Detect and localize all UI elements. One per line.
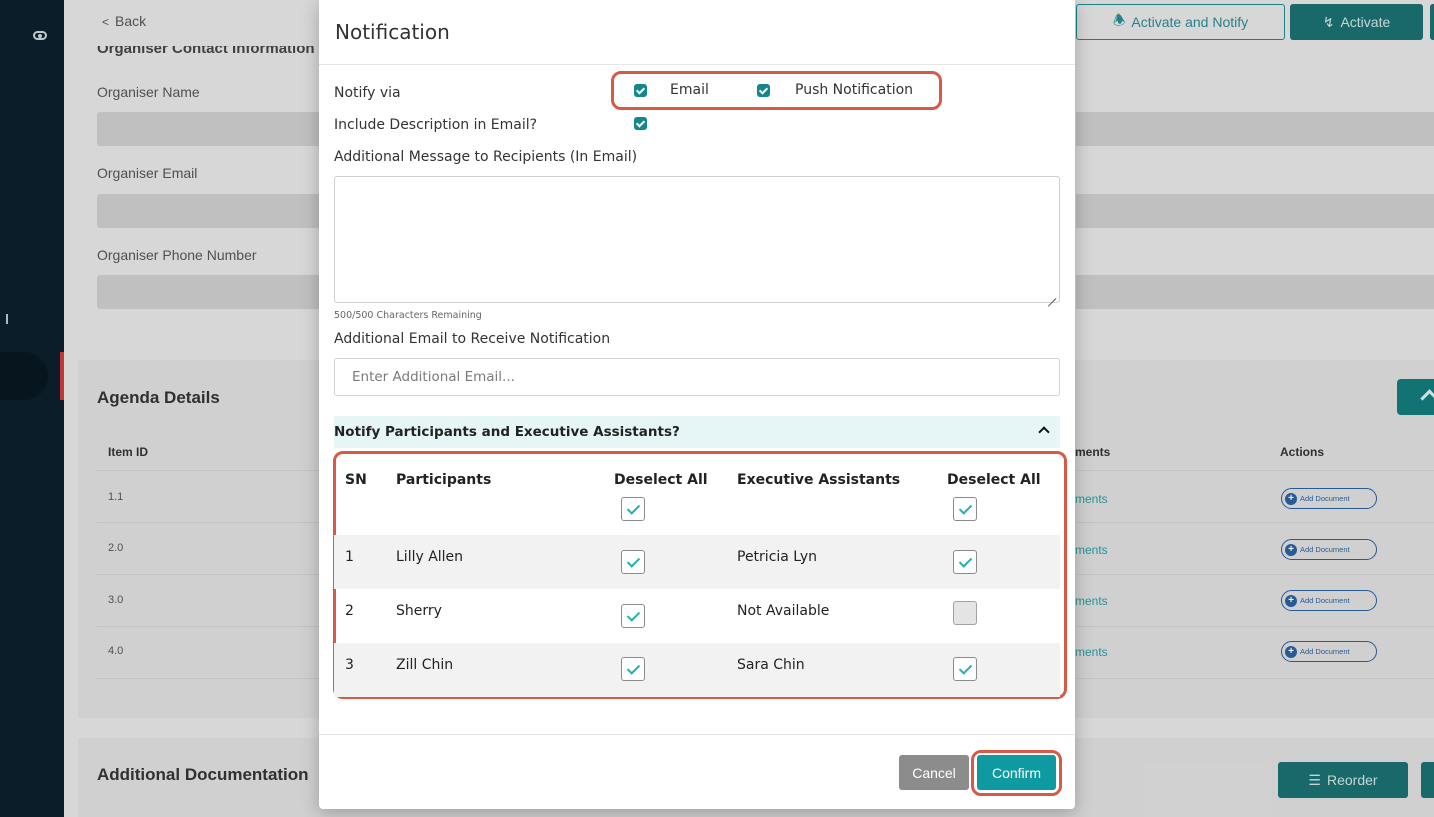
accordion-title: Notify Participants and Executive Assist…: [334, 424, 680, 440]
assistant-name: Not Available: [737, 603, 830, 619]
participant-checkbox[interactable]: [621, 604, 645, 628]
select-all-assistants-checkbox[interactable]: [953, 497, 977, 521]
table-row: 2 Sherry Not Available: [334, 589, 1060, 643]
assistant-checkbox[interactable]: [953, 550, 977, 574]
notification-modal: Notification Notify via Email Push Notif…: [319, 0, 1075, 809]
resize-handle-icon[interactable]: [1047, 290, 1056, 299]
col-executive-assistants: Executive Assistants: [737, 472, 901, 488]
assistant-name: Sara Chin: [737, 657, 805, 673]
participant-checkbox[interactable]: [621, 657, 645, 681]
notify-participants-accordion[interactable]: Notify Participants and Executive Assist…: [334, 416, 1060, 448]
notify-via-label: Notify via: [334, 85, 401, 101]
additional-email-label: Additional Email to Receive Notification: [334, 331, 611, 347]
participant-name: Zill Chin: [396, 657, 454, 673]
additional-email-input[interactable]: [334, 358, 1060, 396]
additional-message-textarea[interactable]: [334, 176, 1060, 303]
confirm-button[interactable]: Confirm: [977, 755, 1056, 790]
participant-name: Lilly Allen: [396, 549, 464, 565]
deselect-all-assistants-label[interactable]: Deselect All: [947, 472, 1041, 488]
row-sn: 2: [345, 603, 354, 619]
table-row: 3 Zill Chin Sara Chin: [334, 643, 1060, 697]
modal-header: Notification: [319, 0, 1075, 65]
participant-checkbox[interactable]: [621, 550, 645, 574]
modal-footer-divider: [319, 734, 1075, 735]
push-notification-option-label: Push Notification: [795, 82, 914, 98]
modal-title: Notification: [335, 20, 450, 44]
select-all-participants-checkbox[interactable]: [621, 497, 645, 521]
email-checkbox[interactable]: [634, 84, 647, 97]
cancel-button[interactable]: Cancel: [899, 755, 969, 790]
deselect-all-participants-label[interactable]: Deselect All: [614, 472, 708, 488]
email-option-label: Email: [670, 82, 709, 98]
characters-remaining: 500/500 Characters Remaining: [334, 310, 482, 321]
col-sn: SN: [345, 472, 367, 488]
row-sn: 3: [345, 657, 354, 673]
chevron-up-icon[interactable]: [1038, 426, 1050, 438]
col-participants: Participants: [396, 472, 492, 488]
include-description-checkbox[interactable]: [634, 117, 647, 130]
assistant-name: Petricia Lyn: [737, 549, 817, 565]
table-row: 1 Lilly Allen Petricia Lyn: [334, 535, 1060, 589]
row-sn: 1: [345, 549, 354, 565]
include-description-label: Include Description in Email?: [334, 117, 538, 133]
push-notification-checkbox[interactable]: [757, 84, 770, 97]
participant-name: Sherry: [396, 603, 442, 619]
additional-message-label: Additional Message to Recipients (In Ema…: [334, 149, 638, 165]
assistant-checkbox[interactable]: [953, 601, 977, 625]
assistant-checkbox[interactable]: [953, 657, 977, 681]
